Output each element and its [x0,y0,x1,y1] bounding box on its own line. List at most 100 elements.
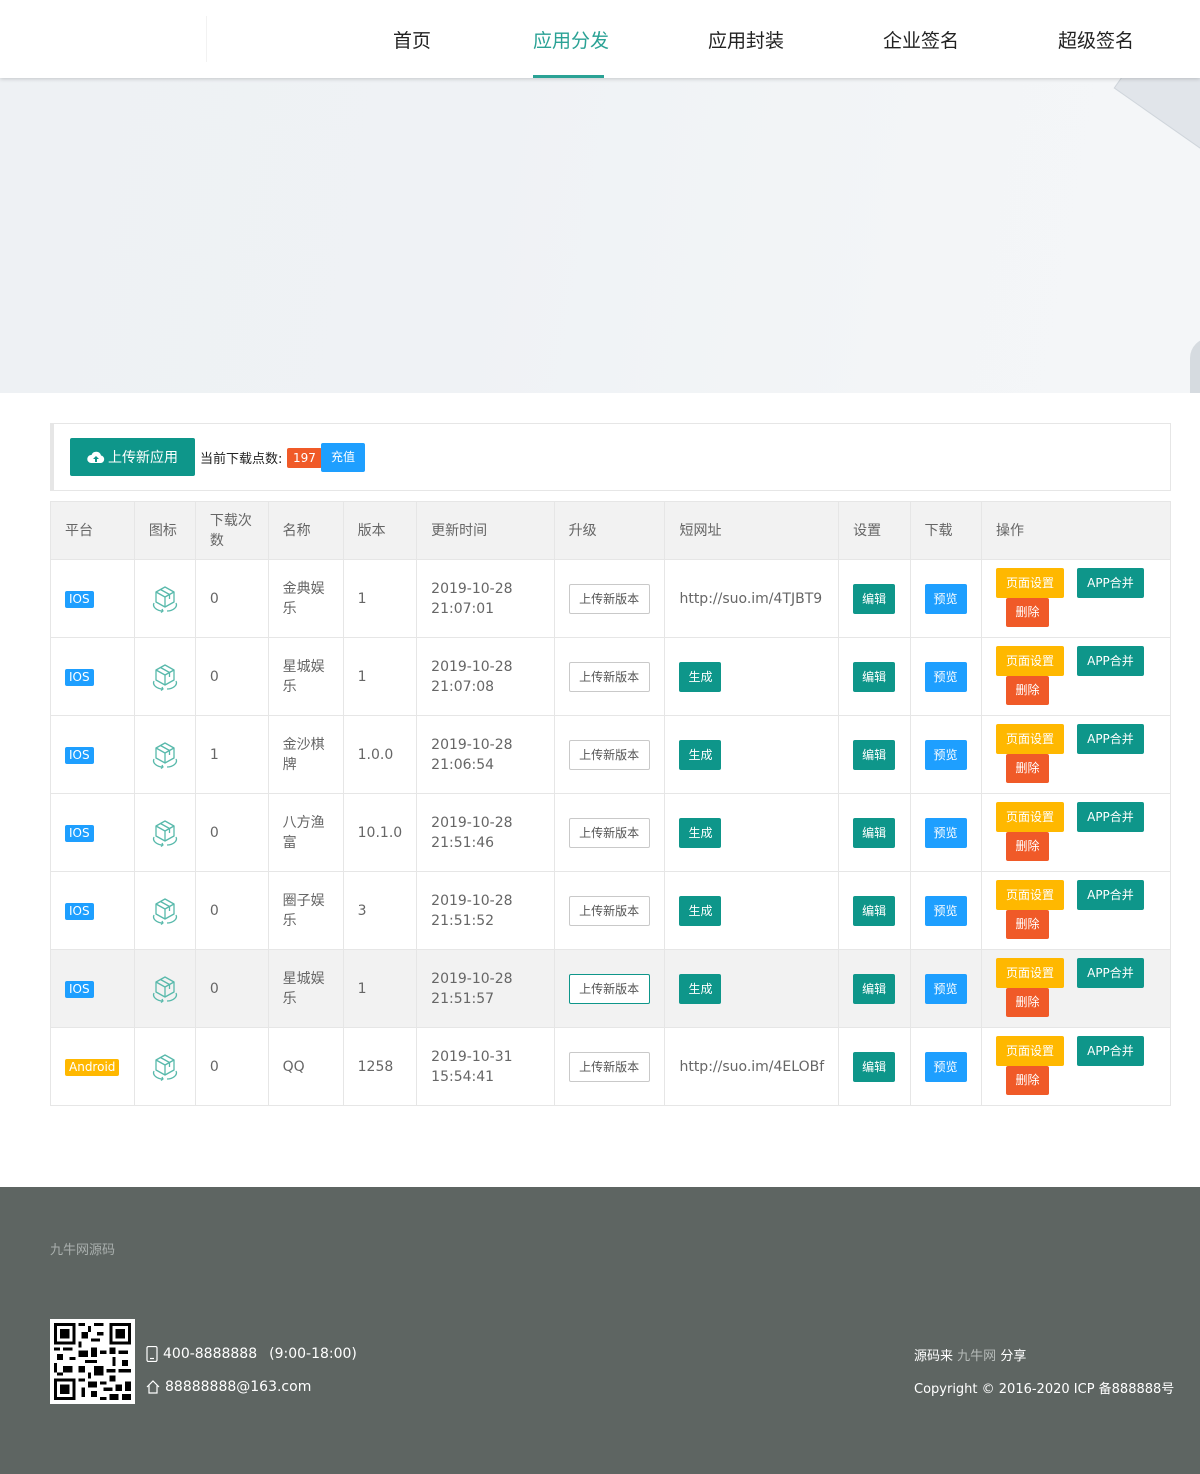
cell-version: 10.1.0 [342,793,418,872]
cell-downloads: 0 [194,793,269,872]
col-header-actions: 操作 [980,501,1172,560]
cell-name: 星城娱乐 [267,637,344,716]
preview-button[interactable]: 预览 [924,973,967,1004]
cell-name: 圈子娱乐 [267,871,344,950]
app-merge-button[interactable]: APP合并 [1076,723,1144,754]
cell-platform: IOS [50,637,135,716]
nav-item-super-signing[interactable]: 超级签名 [1058,26,1134,53]
page-settings-button[interactable]: 页面设置 [995,957,1064,988]
delete-button[interactable]: 删除 [1005,1065,1049,1095]
app-merge-button[interactable]: APP合并 [1076,879,1144,910]
upload-new-version-button[interactable]: 上传新版本 [568,661,650,692]
footer-source-site[interactable]: 九牛网 [957,1349,996,1364]
preview-button[interactable]: 预览 [924,1051,967,1082]
nav-item-app-distribution[interactable]: 应用分发 [533,26,609,53]
updated-date: 2019-10-28 [431,580,513,597]
app-merge-button[interactable]: APP合并 [1076,801,1144,832]
table-row: IOS 0 金典娱乐 1 2019-10-28 21:07:01 上传新版本 http://s… [50,559,1172,638]
upload-new-version-button[interactable]: 上传新版本 [568,817,650,848]
updated-time: 21:51:46 [431,834,495,851]
app-merge-button[interactable]: APP合并 [1076,1035,1144,1066]
nav-active-underline [533,75,604,78]
page-settings-button[interactable]: 页面设置 [995,879,1064,910]
upload-new-version-button[interactable]: 上传新版本 [568,895,650,926]
preview-button[interactable]: 预览 [924,817,967,848]
cell-short-url: 生成 [664,637,840,716]
page-settings-button[interactable]: 页面设置 [995,645,1064,676]
delete-button[interactable]: 删除 [1005,831,1049,861]
cell-updated: 2019-10-28 21:51:57 [416,949,555,1028]
main-nav: 首页 应用分发 应用封装 企业签名 超级签名 [0,0,1200,78]
footer-source-suffix: 分享 [1000,1349,1027,1364]
recharge-button[interactable]: 充值 [321,443,365,472]
preview-button[interactable]: 预览 [924,739,967,770]
delete-button[interactable]: 删除 [1005,909,1049,939]
app-merge-button[interactable]: APP合并 [1076,567,1144,598]
cell-platform: IOS [50,715,135,794]
page-settings-button[interactable]: 页面设置 [995,567,1064,598]
preview-button[interactable]: 预览 [924,895,967,926]
edit-button[interactable]: 编辑 [853,1051,896,1082]
cell-platform: IOS [50,793,135,872]
page-settings-button[interactable]: 页面设置 [995,1035,1064,1066]
phone-icon [146,1346,158,1362]
cell-actions: 页面设置 APP合并 删除 [980,1027,1172,1106]
cell-short-url: 生成 [664,949,840,1028]
page-settings-button[interactable]: 页面设置 [995,801,1064,832]
delete-button[interactable]: 删除 [1005,597,1049,627]
upload-new-version-button[interactable]: 上传新版本 [568,583,650,614]
download-points-label: 当前下载点数: [200,452,283,467]
preview-button[interactable]: 预览 [924,583,967,614]
delete-button[interactable]: 删除 [1005,987,1049,1017]
cell-downloads: 0 [194,559,269,638]
cell-icon [133,559,196,638]
upload-new-version-button[interactable]: 上传新版本 [568,739,650,770]
updated-date: 2019-10-31 [431,1048,513,1065]
cell-upgrade: 上传新版本 [553,793,666,872]
app-table: 平台 图标 下载次数 名称 版本 更新时间 升级 短网址 设置 下载 操作 IO… [50,501,1172,1106]
table-row: IOS 0 星城娱乐 1 2019-10-28 21:07:08 上传新版本 生成 编辑 预览 页面… [50,637,1172,716]
short-url-text[interactable]: http://suo.im/4TJBT9 [679,591,822,607]
generate-button[interactable]: 生成 [679,895,722,926]
delete-button[interactable]: 删除 [1005,675,1049,705]
cell-name: 金沙棋牌 [267,715,344,794]
short-url-text[interactable]: http://suo.im/4ELOBf [679,1059,824,1075]
edit-button[interactable]: 编辑 [853,973,896,1004]
nav-item-enterprise-signing[interactable]: 企业签名 [883,26,959,53]
updated-time: 21:07:08 [431,678,495,695]
footer-phone-number: 400-8888888 [163,1346,258,1362]
edit-button[interactable]: 编辑 [853,817,896,848]
cell-upgrade: 上传新版本 [553,949,666,1028]
generate-button[interactable]: 生成 [679,661,722,692]
app-merge-button[interactable]: APP合并 [1076,957,1144,988]
cell-upgrade: 上传新版本 [553,559,666,638]
page-settings-button[interactable]: 页面设置 [995,723,1064,754]
generate-button[interactable]: 生成 [679,817,722,848]
edit-button[interactable]: 编辑 [853,895,896,926]
upload-new-version-button[interactable]: 上传新版本 [568,973,650,1004]
cell-platform: IOS [50,871,135,950]
upload-new-app-button[interactable]: 上传新应用 [70,438,195,476]
upload-new-version-button[interactable]: 上传新版本 [568,1051,650,1082]
delete-button[interactable]: 删除 [1005,753,1049,783]
col-header-settings: 设置 [838,501,911,560]
cell-icon [133,637,196,716]
nav-item-app-wrapping[interactable]: 应用封装 [708,26,784,53]
edit-button[interactable]: 编辑 [853,583,896,614]
platform-badge: IOS [65,980,94,998]
nav-item-home[interactable]: 首页 [393,26,431,53]
app-merge-button[interactable]: APP合并 [1076,645,1144,676]
cell-actions: 页面设置 APP合并 删除 [980,949,1172,1028]
footer-hours: (9:00-18:00) [269,1346,357,1362]
preview-button[interactable]: 预览 [924,661,967,692]
cell-short-url: http://suo.im/4ELOBf [664,1027,840,1106]
row-actions: 页面设置 APP合并 删除 [995,1035,1156,1098]
generate-button[interactable]: 生成 [679,739,722,770]
generate-button[interactable]: 生成 [679,973,722,1004]
cell-icon [133,949,196,1028]
edit-button[interactable]: 编辑 [853,739,896,770]
footer-brand: 九牛网源码 [50,1243,116,1258]
cell-settings: 编辑 [838,871,911,950]
edit-button[interactable]: 编辑 [853,661,896,692]
cell-upgrade: 上传新版本 [553,871,666,950]
